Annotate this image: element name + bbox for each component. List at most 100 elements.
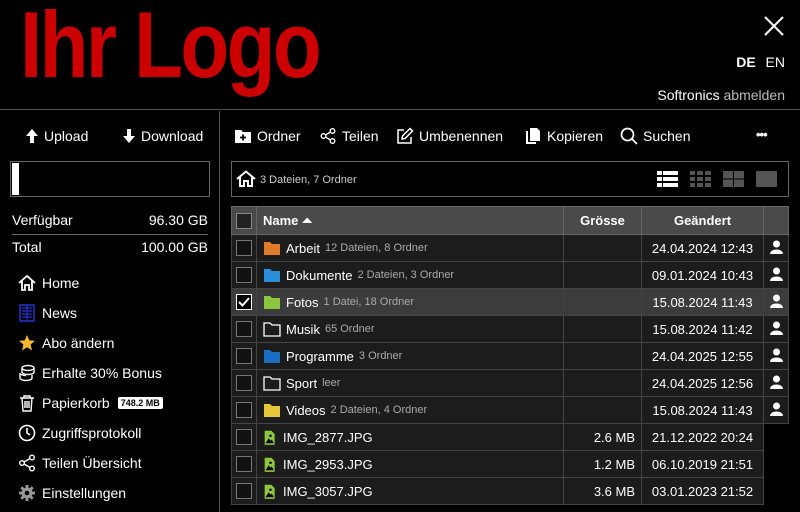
sidebar-item-news[interactable]: News [18,298,218,328]
sidebar-item-home[interactable]: Home [18,268,218,298]
item-name[interactable]: IMG_2953.JPG [283,457,373,472]
user-icon[interactable] [769,402,783,416]
sidebar-item-bonus[interactable]: Erhalte 30% Bonus [18,358,218,388]
row-checkbox[interactable] [236,267,252,284]
size-cell: 1.2 MB [563,450,642,478]
image-file-icon [264,430,275,445]
file-table: Name ⏶ Grösse Geändert Arbeit 12 Dateien,… [231,206,789,505]
row-checkbox[interactable] [236,294,252,311]
share-cell [763,423,789,451]
select-cell [231,288,257,316]
item-name[interactable]: IMG_2877.JPG [283,430,373,445]
sidebar-item-settings[interactable]: Einstellungen [18,478,218,508]
logo: Ihr Logo [20,0,322,97]
item-name[interactable]: Fotos [286,295,319,310]
share-cell [763,288,789,316]
name-cell[interactable]: Musik 65 Ordner [256,315,564,343]
share-cell [763,396,789,424]
close-icon[interactable] [763,15,785,37]
date-cell: 06.10.2019 21:51 [641,450,764,478]
row-checkbox[interactable] [236,240,252,257]
sidebar-item-share-overview[interactable]: Teilen Übersicht [18,448,218,478]
share-cell [763,234,789,262]
user-icon[interactable] [769,267,783,281]
table-row[interactable]: IMG_3057.JPG 3.6 MB 03.01.2023 21:52 [231,477,789,505]
name-cell[interactable]: Programme 3 Ordner [256,342,564,370]
user-icon[interactable] [769,240,783,254]
folder-icon [264,349,280,363]
download-button[interactable]: Download [121,128,203,144]
table-row[interactable]: Sport leer 24.04.2025 12:56 [231,369,789,397]
share-button[interactable]: Teilen [319,127,379,145]
item-name[interactable]: Programme [286,349,354,364]
column-size[interactable]: Grösse [563,206,642,235]
column-changed[interactable]: Geändert [641,206,764,235]
new-folder-button[interactable]: Ordner [234,127,301,145]
name-cell[interactable]: Dokumente 2 Dateien, 3 Ordner [256,261,564,289]
upload-button[interactable]: Upload [24,128,88,144]
table-row[interactable]: Dokumente 2 Dateien, 3 Ordner 09.01.2024 1… [231,261,789,289]
copy-icon [526,128,540,144]
date-cell: 24.04.2025 12:56 [641,369,764,397]
item-name[interactable]: Musik [286,322,320,337]
table-row[interactable]: Fotos 1 Datei, 18 Ordner 15.08.2024 11:43 [231,288,789,316]
row-checkbox[interactable] [236,429,252,446]
toolbar: Ordner Teilen Umbenennen Kopieren Suchen… [221,127,800,147]
sidebar-item-abo[interactable]: Abo ändern [18,328,218,358]
user-icon[interactable] [769,348,783,362]
name-cell[interactable]: IMG_2877.JPG [256,423,564,451]
name-cell[interactable]: IMG_2953.JPG [256,450,564,478]
sidebar-item-trash[interactable]: Papierkorb 748.2 MB [18,388,218,418]
item-name[interactable]: Arbeit [286,241,320,256]
user-icon[interactable] [769,375,783,389]
row-checkbox[interactable] [236,321,252,338]
select-cell [231,396,257,424]
folder-plus-icon [235,130,251,143]
lang-en-link[interactable]: EN [766,54,785,70]
column-name[interactable]: Name ⏶ [256,206,564,235]
size-cell [563,369,642,397]
sidebar-item-access-log[interactable]: Zugriffsprotokoll [18,418,218,448]
folder-icon [264,268,280,282]
more-menu-button[interactable]: ••• [756,127,768,142]
select-all-checkbox[interactable] [236,212,252,229]
rename-button[interactable]: Umbenennen [396,127,503,145]
small-grid-view-icon[interactable] [689,170,712,188]
row-checkbox[interactable] [236,348,252,365]
table-row[interactable]: Musik 65 Ordner 15.08.2024 11:42 [231,315,789,343]
table-row[interactable]: Videos 2 Dateien, 4 Ordner 15.08.2024 11:4… [231,396,789,424]
user-icon[interactable] [769,321,783,335]
list-view-icon[interactable] [656,170,679,188]
table-row[interactable]: IMG_2953.JPG 1.2 MB 06.10.2019 21:51 [231,450,789,478]
table-row[interactable]: Programme 3 Ordner 24.04.2025 12:55 [231,342,789,370]
large-view-icon[interactable] [755,170,778,188]
grid-view-icon[interactable] [722,170,745,188]
table-row[interactable]: Arbeit 12 Dateien, 8 Ordner 24.04.2024 12:… [231,234,789,262]
home-icon[interactable] [236,170,256,188]
name-cell[interactable]: Videos 2 Dateien, 4 Ordner [256,396,564,424]
search-button[interactable]: Suchen [620,127,690,145]
size-cell [563,234,642,262]
row-checkbox[interactable] [236,483,252,500]
row-checkbox[interactable] [236,402,252,419]
name-cell[interactable]: Fotos 1 Datei, 18 Ordner [256,288,564,316]
item-name[interactable]: IMG_3057.JPG [283,484,373,499]
name-cell[interactable]: IMG_3057.JPG [256,477,564,505]
item-name[interactable]: Dokumente [286,268,352,283]
row-checkbox[interactable] [236,456,252,473]
upload-icon [26,129,38,143]
copy-button[interactable]: Kopieren [524,127,603,145]
date-cell: 03.01.2023 21:52 [641,477,764,505]
lang-de-link[interactable]: DE [736,54,755,70]
item-name[interactable]: Sport [286,376,317,391]
share-cell [763,315,789,343]
item-name[interactable]: Videos [286,403,326,418]
logout-link[interactable]: abmelden [724,87,786,103]
name-cell[interactable]: Sport leer [256,369,564,397]
date-cell: 15.08.2024 11:42 [641,315,764,343]
edit-icon [397,127,414,144]
table-row[interactable]: IMG_2877.JPG 2.6 MB 21.12.2022 20:24 [231,423,789,451]
user-icon[interactable] [769,294,783,308]
name-cell[interactable]: Arbeit 12 Dateien, 8 Ordner [256,234,564,262]
row-checkbox[interactable] [236,375,252,392]
